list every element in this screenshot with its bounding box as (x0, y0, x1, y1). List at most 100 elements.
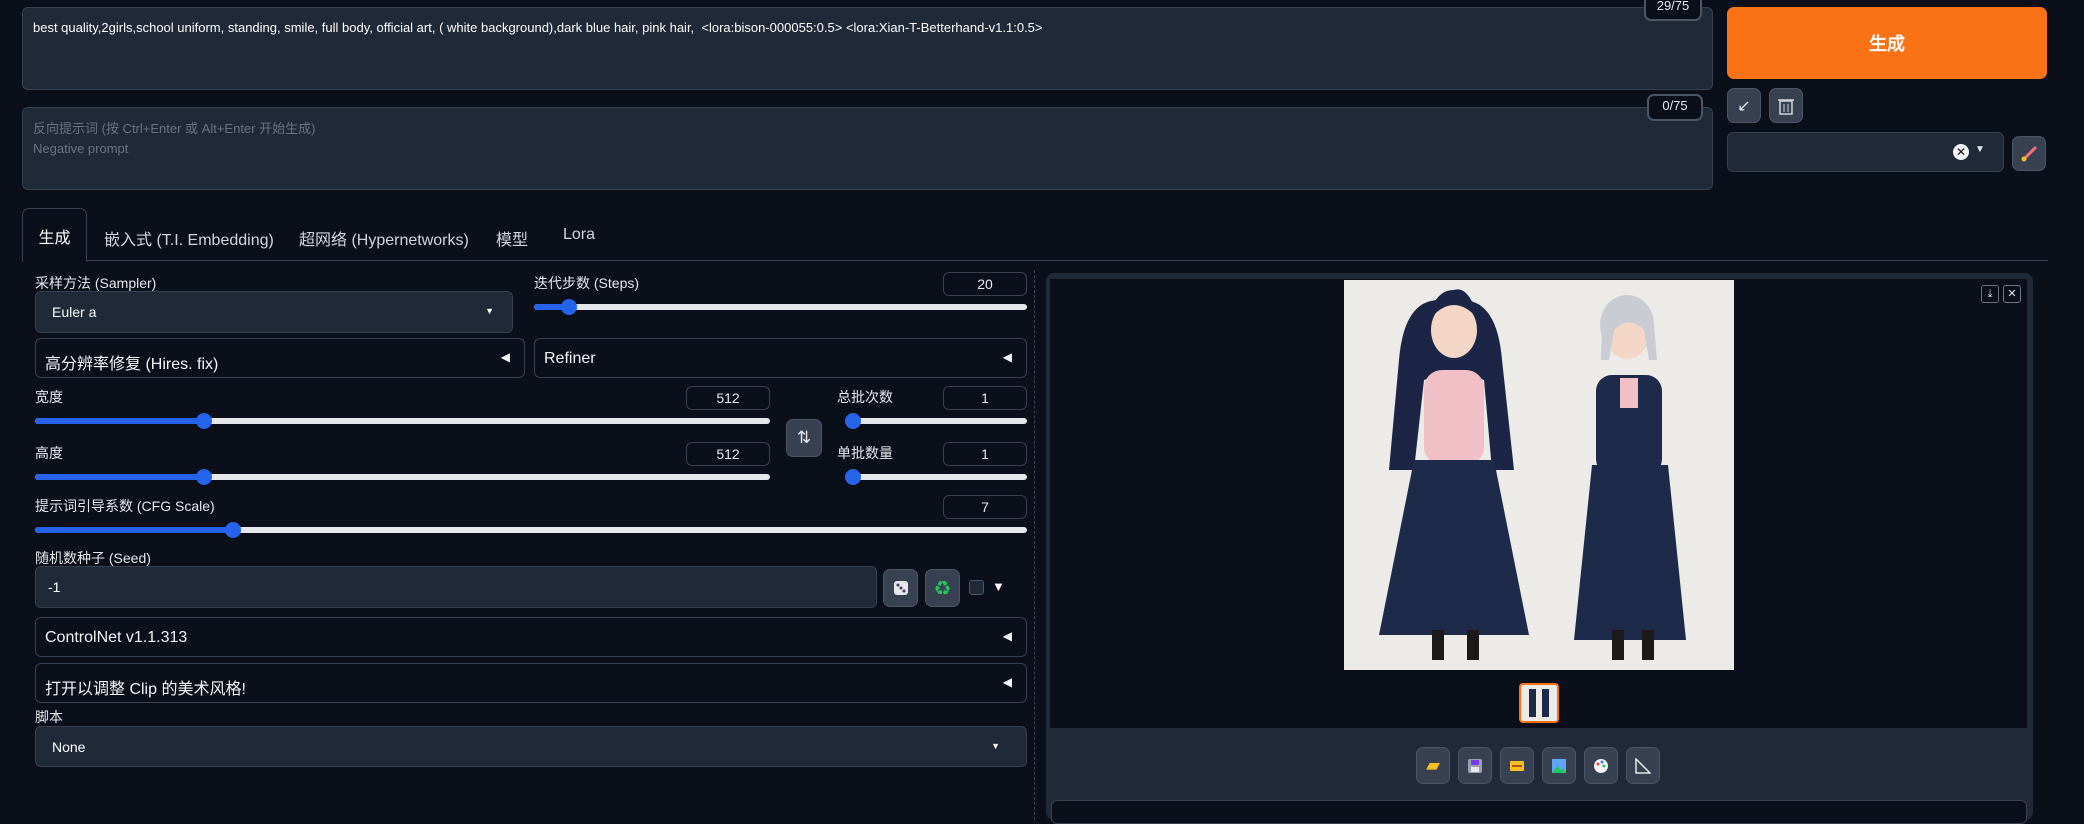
height-input[interactable]: 512 (686, 442, 770, 466)
clip-style-label: 打开以调整 Clip 的美术风格! (45, 681, 246, 698)
generated-image[interactable] (1344, 280, 1734, 670)
width-slider[interactable] (35, 413, 770, 429)
download-icon: ⤓ (1987, 288, 1993, 300)
download-button[interactable]: ⤓ (1981, 285, 1999, 303)
tab-generate[interactable]: 生成 (22, 208, 87, 262)
send-to-extras-button[interactable] (1626, 747, 1660, 784)
column-divider (1034, 270, 1035, 820)
collapse-arrow-icon: ◀ (1002, 629, 1012, 643)
tab-model[interactable]: 模型 (496, 226, 528, 250)
width-input[interactable]: 512 (686, 386, 770, 410)
image-icon (1552, 758, 1566, 773)
script-select[interactable]: None ▼ (35, 726, 1027, 767)
zip-icon (1510, 760, 1524, 771)
steps-slider[interactable] (534, 299, 1027, 315)
clear-icon[interactable]: ✕ (1953, 144, 1969, 160)
extra-seed-checkbox[interactable] (969, 580, 984, 595)
folder-icon: ▰ (1426, 755, 1440, 775)
slider-fill (35, 418, 205, 424)
seed-input[interactable]: -1 (35, 566, 877, 608)
slider-fill (35, 527, 234, 533)
close-icon: ✕ (2007, 288, 2017, 300)
tab-lora[interactable]: Lora (563, 226, 595, 244)
save-icon (1468, 758, 1482, 773)
slider-thumb[interactable] (225, 522, 242, 538)
collapse-arrow-icon: ◀ (1002, 350, 1012, 364)
controlnet-label: ControlNet v1.1.313 (45, 629, 188, 646)
sampler-value: Euler a (52, 304, 97, 320)
slider-fill (35, 474, 205, 480)
dice-icon (893, 581, 908, 595)
hires-fix-label: 高分辨率修复 (Hires. fix) (45, 356, 219, 373)
script-value: None (52, 739, 86, 755)
slider-thumb[interactable] (196, 469, 213, 485)
batch-size-label: 单批数量 (837, 445, 893, 461)
controlnet-accordion[interactable]: ControlNet v1.1.313 ◀ (35, 617, 1027, 657)
slider-thumb[interactable] (196, 413, 213, 429)
steps-label: 迭代步数 (Steps) (534, 275, 640, 291)
cfg-scale-label: 提示词引导系数 (CFG Scale) (35, 498, 215, 514)
height-slider[interactable] (35, 469, 770, 485)
sampler-select[interactable]: Euler a ▼ (35, 291, 513, 333)
tab-bar-line (22, 260, 2048, 261)
cfg-scale-slider[interactable] (35, 522, 1027, 538)
collapse-arrow-icon: ◀ (1002, 675, 1012, 689)
generation-info-box (1051, 800, 2027, 824)
negative-prompt-token-counter: 0/75 (1647, 94, 1703, 121)
close-gallery-button[interactable]: ✕ (2003, 285, 2021, 303)
dropdown-icon: ▼ (1975, 144, 1985, 155)
tab-embedding[interactable]: 嵌入式 (T.I. Embedding) (104, 226, 274, 250)
zip-button[interactable] (1500, 747, 1534, 784)
height-label: 高度 (35, 445, 63, 461)
send-to-inpaint-button[interactable] (1584, 747, 1618, 784)
trash-icon (1778, 98, 1794, 115)
slider-thumb[interactable] (845, 413, 861, 429)
arrow-icon: ↙ (1737, 97, 1751, 115)
save-button[interactable] (1458, 747, 1492, 784)
thumbnail-image (1529, 689, 1549, 717)
tab-label: 生成 (38, 229, 71, 247)
negative-prompt-input[interactable]: 反向提示词 (按 Ctrl+Enter 或 Alt+Enter 开始生成) Ne… (22, 107, 1713, 190)
reuse-seed-button[interactable]: ♻ (925, 569, 960, 607)
sampler-label: 采样方法 (Sampler) (35, 275, 157, 291)
batch-count-input[interactable]: 1 (943, 386, 1027, 410)
paste-arrow-button[interactable]: ↙ (1727, 88, 1761, 123)
steps-input[interactable]: 20 (943, 272, 1027, 296)
seed-label: 随机数种子 (Seed) (35, 550, 151, 566)
seed-value: -1 (48, 579, 61, 595)
collapse-arrow-icon: ◀ (500, 350, 510, 364)
prompt-text: best quality,2girls,school uniform, stan… (33, 20, 1043, 35)
apply-style-button[interactable] (2012, 136, 2046, 171)
negative-prompt-placeholder: 反向提示词 (按 Ctrl+Enter 或 Alt+Enter 开始生成) Ne… (33, 121, 316, 156)
script-label: 脚本 (35, 709, 63, 725)
tab-hypernetworks[interactable]: 超网络 (Hypernetworks) (299, 226, 469, 250)
swap-dimensions-button[interactable]: ⇅ (786, 419, 822, 457)
ruler-icon (1635, 757, 1651, 774)
send-to-img2img-button[interactable] (1542, 747, 1576, 784)
slider-thumb[interactable] (845, 469, 861, 485)
clip-style-accordion[interactable]: 打开以调整 Clip 的美术风格! ◀ (35, 663, 1027, 703)
styles-dropdown[interactable]: ✕ ▼ (1727, 132, 2004, 172)
extra-seed-toggle-icon[interactable]: ▼ (992, 579, 1005, 594)
prompt-token-counter: 29/75 (1644, 0, 1702, 21)
random-seed-button[interactable] (883, 569, 918, 607)
cfg-scale-input[interactable]: 7 (943, 495, 1027, 519)
refiner-accordion[interactable]: Refiner ◀ (534, 338, 1027, 378)
batch-count-label: 总批次数 (837, 389, 893, 405)
batch-size-slider[interactable] (845, 469, 1027, 485)
generate-button-label: 生成 (1869, 34, 1905, 54)
refiner-label: Refiner (544, 350, 596, 367)
open-folder-button[interactable]: ▰ (1416, 747, 1450, 784)
batch-count-slider[interactable] (845, 413, 1027, 429)
prompt-input[interactable]: best quality,2girls,school uniform, stan… (22, 7, 1713, 90)
chevron-down-icon: ▼ (485, 306, 494, 316)
slider-thumb[interactable] (560, 299, 577, 315)
chevron-down-icon: ▼ (991, 741, 1000, 751)
swap-icon: ⇅ (796, 428, 812, 447)
clear-prompt-button[interactable] (1769, 88, 1803, 123)
generate-button[interactable]: 生成 (1727, 7, 2047, 79)
hires-fix-accordion[interactable]: 高分辨率修复 (Hires. fix) ◀ (35, 338, 525, 378)
gallery-thumbnail[interactable] (1519, 683, 1559, 723)
palette-icon (1594, 758, 1608, 773)
batch-size-input[interactable]: 1 (943, 442, 1027, 466)
